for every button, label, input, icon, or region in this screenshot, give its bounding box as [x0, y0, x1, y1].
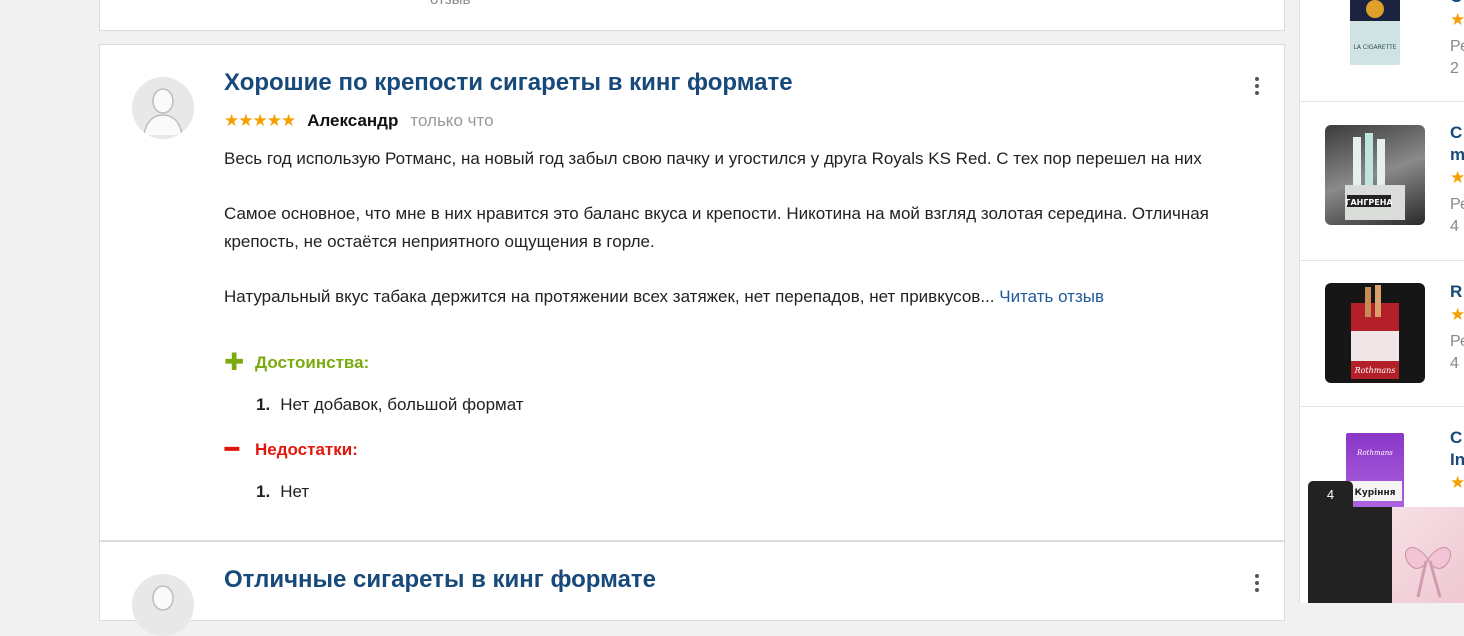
product-meta-count: 4 [1450, 355, 1459, 372]
product-title[interactable]: С [1450, 427, 1462, 449]
pack-label: Куріння [1355, 487, 1396, 498]
product-rating-star: ★ [1450, 10, 1464, 29]
pros-item-number: 1. [256, 395, 271, 414]
product-title[interactable]: С [1450, 0, 1462, 8]
next-review-title[interactable]: Отличные сигареты в кинг формате [224, 566, 656, 594]
review-paragraph: Самое основное, что мне в них нравится э… [224, 204, 1209, 251]
floating-widget-panel[interactable] [1353, 507, 1393, 603]
floating-widget[interactable]: 4 [1308, 481, 1353, 603]
floating-widget-badge: 4 [1326, 487, 1335, 502]
product-meta-count: 2 [1450, 60, 1459, 77]
pros-heading: ✚ Достоинства: [224, 349, 370, 376]
rating-stars: ★★★★★ [224, 111, 296, 130]
product-thumbnail[interactable]: LA CIGARETTE [1350, 0, 1400, 65]
review-meta: ★★★★★ Александр только что [224, 111, 494, 131]
read-review-link[interactable]: Читать отзыв [999, 287, 1104, 306]
minus-icon: ━ [224, 436, 240, 463]
next-review-card: Отличные сигареты в кинг формате [99, 541, 1285, 636]
review-excerpt: Натуральный вкус табака держится на прот… [224, 286, 995, 306]
product-title-line2[interactable]: In [1450, 449, 1464, 471]
pack-label: ГАНГРЕНА [1345, 198, 1393, 207]
pros-item-text: Нет добавок, большой формат [280, 395, 524, 414]
product-title-line2[interactable]: m [1450, 144, 1464, 166]
pros-list-item: 1. Нет добавок, большой формат [256, 395, 524, 415]
product-thumbnail[interactable]: ГАНГРЕНА [1325, 125, 1425, 225]
pack-label: LA CIGARETTE [1353, 44, 1396, 51]
review-paragraph: Весь год использую Ротманс, на новый год… [224, 149, 1202, 168]
product-title[interactable]: R [1450, 281, 1462, 303]
review-paragraph-last: Натуральный вкус табака держится на прот… [224, 283, 1264, 311]
product-meta: Ре [1450, 196, 1464, 213]
related-product-item[interactable]: ГАНГРЕНА С m ★ Ре 4 [1300, 102, 1464, 261]
product-meta-count: 4 [1450, 218, 1459, 235]
review-title[interactable]: Хорошие по крепости сигареты в кинг форм… [224, 69, 793, 97]
product-rating-star: ★ [1450, 305, 1464, 324]
more-options-icon[interactable] [1250, 77, 1264, 99]
product-thumbnail[interactable]: Rothmans Куріння [1346, 433, 1404, 513]
plus-icon: ✚ [224, 349, 245, 376]
product-rating-star: ★ [1450, 168, 1464, 187]
ribbon-bow-icon [1405, 547, 1451, 598]
floating-ad-image[interactable] [1392, 507, 1464, 603]
pros-label: Достоинства: [255, 353, 370, 372]
cons-item-text: Нет [280, 482, 310, 501]
cons-item-number: 1. [256, 482, 271, 501]
product-thumbnail[interactable]: Rothmans [1325, 283, 1425, 383]
more-options-icon[interactable] [1250, 574, 1264, 596]
user-avatar[interactable] [132, 77, 194, 139]
product-rating-star: ★ [1450, 473, 1464, 492]
cons-label: Недостатки: [255, 440, 358, 459]
cons-list-item: 1. Нет [256, 482, 309, 502]
review-time: только что [410, 111, 494, 130]
pack-label: Rothmans [1354, 366, 1396, 375]
product-meta: Ре [1450, 333, 1464, 350]
user-silhouette-icon [132, 77, 194, 139]
user-silhouette-icon [132, 574, 194, 636]
pack-brand-label: Rothmans [1356, 449, 1393, 457]
product-title[interactable]: С [1450, 122, 1462, 144]
user-avatar[interactable] [132, 574, 194, 636]
previous-review-tail-text: отзыв [430, 0, 471, 8]
review-body: Весь год использую Ротманс, на новый год… [224, 145, 1264, 310]
related-product-item[interactable]: LA CIGARETTE ★ С Ре 2 [1300, 0, 1464, 102]
previous-review-card: отзыв [99, 0, 1285, 31]
review-author[interactable]: Александр [307, 111, 398, 131]
product-meta: Ре [1450, 38, 1464, 55]
related-product-item[interactable]: Rothmans R ★ Ре 4 [1300, 261, 1464, 407]
cons-heading: ━ Недостатки: [224, 436, 358, 463]
review-card: Хорошие по крепости сигареты в кинг форм… [99, 44, 1285, 541]
